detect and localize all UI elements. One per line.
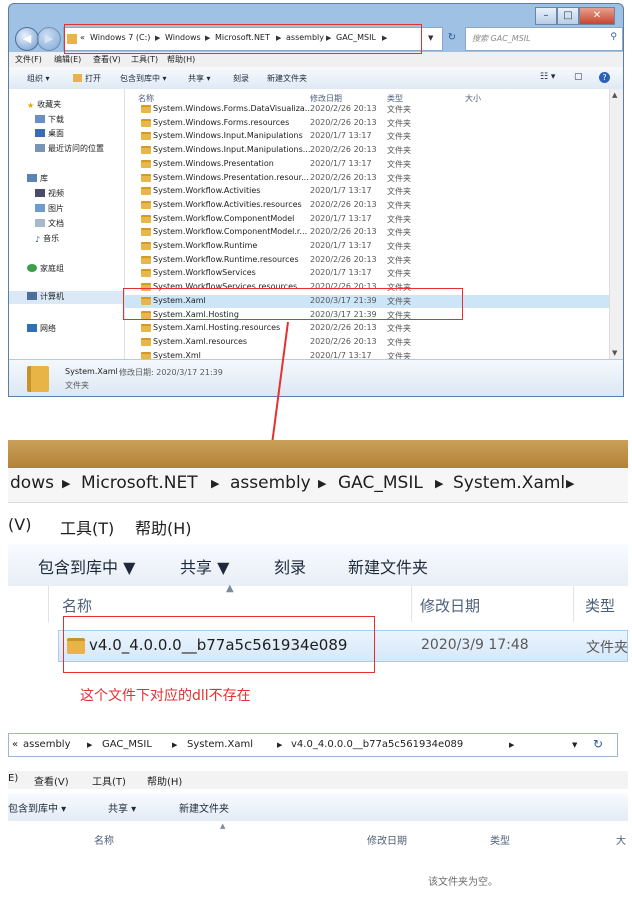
include-in-library-button[interactable]: 包含到库中 ▾: [8, 800, 66, 815]
crumb-assembly[interactable]: assembly: [23, 739, 71, 750]
refresh-icon[interactable]: ↻: [593, 737, 603, 751]
crumb-version-folder[interactable]: v4.0_4.0.0.0__b77a5c561934e089: [291, 739, 463, 750]
menu-view[interactable]: 查看(V): [34, 773, 69, 788]
chevron-right-icon[interactable]: ▶: [318, 477, 326, 490]
column-name[interactable]: 名称: [62, 595, 92, 616]
menu-view[interactable]: (V): [8, 515, 31, 534]
chevron-right-icon[interactable]: ▶: [509, 741, 514, 749]
address-bar[interactable]: dows ▶ Microsoft.NET ▶ assembly ▶ GAC_MS…: [8, 468, 628, 503]
menu-bar: (V) 工具(T) 帮助(H): [8, 512, 628, 540]
column-name[interactable]: 名称: [94, 832, 114, 847]
share-button[interactable]: 共享 ▼: [180, 554, 229, 578]
new-folder-button[interactable]: 新建文件夹: [348, 554, 428, 578]
chevron-right-icon[interactable]: ▶: [87, 741, 92, 749]
menu-bar: E) 查看(V) 工具(T) 帮助(H): [8, 771, 628, 789]
item-date: 2020/3/9 17:48: [421, 637, 529, 653]
column-size[interactable]: 大: [616, 832, 626, 847]
dropdown-arrow-icon[interactable]: ▼: [572, 741, 577, 749]
crumb-assembly[interactable]: assembly: [230, 473, 311, 493]
column-header: ▲ 名称 修改日期 类型 大: [8, 822, 628, 850]
burn-button[interactable]: 刻录: [274, 554, 306, 578]
menu-help[interactable]: 帮助(H): [147, 773, 182, 788]
column-type[interactable]: 类型: [490, 832, 510, 847]
chevron-right-icon[interactable]: ▶: [172, 741, 177, 749]
zoomed-explorer-system-xaml: dows ▶ Microsoft.NET ▶ assembly ▶ GAC_MS…: [8, 440, 628, 723]
crumb-gac-msil[interactable]: GAC_MSIL: [338, 473, 423, 493]
menu-help[interactable]: 帮助(H): [135, 515, 192, 539]
chevron-right-icon[interactable]: ▶: [211, 477, 219, 490]
column-type[interactable]: 类型: [585, 595, 615, 616]
crumb-system-xaml[interactable]: System.Xaml: [187, 739, 253, 750]
chevron-right-icon[interactable]: ▶: [435, 477, 443, 490]
sort-arrow-icon: ▲: [220, 822, 226, 830]
crumb-system-xaml[interactable]: System.Xaml: [453, 473, 565, 493]
empty-folder-message: 该文件夹为空。: [428, 877, 498, 888]
column-modified[interactable]: 修改日期: [367, 832, 407, 847]
chevron-right-icon[interactable]: ▶: [62, 477, 70, 490]
chevron-right-icon[interactable]: ▶: [277, 741, 282, 749]
menu-tools[interactable]: 工具(T): [60, 515, 114, 539]
menu-edit[interactable]: E): [8, 773, 18, 784]
share-button[interactable]: 共享 ▾: [108, 800, 136, 815]
crumb-gac-msil[interactable]: GAC_MSIL: [102, 739, 152, 750]
crumb-windows[interactable]: dows: [10, 473, 54, 493]
annotation-note: 这个文件下对应的dll不存在: [80, 688, 251, 704]
title-strip: [8, 440, 628, 468]
include-in-library-button[interactable]: 包含到库中 ▼: [38, 554, 135, 578]
highlight-folder-box: [63, 616, 375, 673]
chevron-right-icon[interactable]: ▶: [566, 477, 574, 490]
explorer-window-empty-folder: « assembly ▶ GAC_MSIL ▶ System.Xaml ▶ v4…: [8, 733, 628, 905]
item-type: 文件夹: [586, 640, 628, 656]
menu-tools[interactable]: 工具(T): [92, 773, 126, 788]
address-bar[interactable]: « assembly ▶ GAC_MSIL ▶ System.Xaml ▶ v4…: [8, 733, 618, 757]
sort-arrow-icon: ▲: [226, 583, 234, 594]
crumb-microsoft-net[interactable]: Microsoft.NET: [81, 473, 198, 493]
command-bar: 包含到库中 ▾ 共享 ▾ 新建文件夹: [8, 793, 628, 821]
command-bar: 包含到库中 ▼ 共享 ▼ 刻录 新建文件夹: [8, 544, 628, 586]
address-overflow[interactable]: «: [12, 739, 18, 750]
column-modified[interactable]: 修改日期: [420, 595, 480, 616]
new-folder-button[interactable]: 新建文件夹: [179, 800, 229, 815]
